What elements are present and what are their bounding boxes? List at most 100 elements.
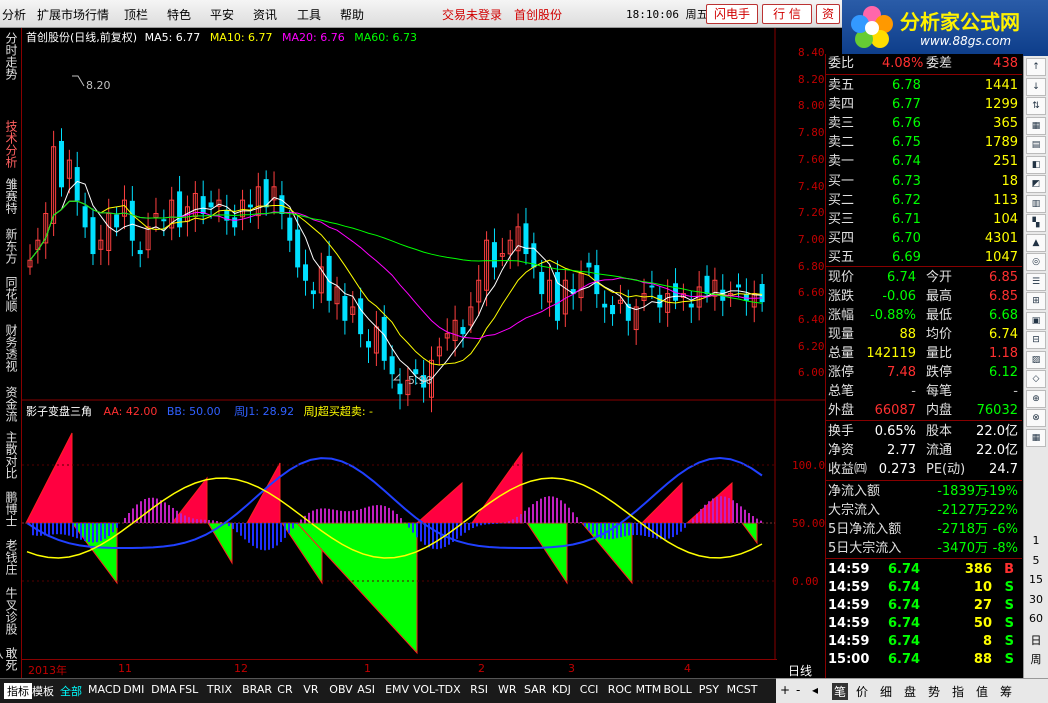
toolbar-icon[interactable]: ☰ <box>1026 272 1046 291</box>
tab-gansidui[interactable]: 敢死队 <box>0 647 18 678</box>
period-shortcut[interactable]: 15 <box>1025 573 1047 586</box>
indicator-tab[interactable]: ASI <box>357 683 375 696</box>
stock-name-link[interactable]: 首创股份 <box>514 6 562 23</box>
toolbar-icon[interactable]: ▚ <box>1026 214 1046 232</box>
indicator-tab[interactable]: 模板 <box>32 683 54 699</box>
indicator-tab[interactable]: BRAR <box>242 683 272 696</box>
tab-intraday[interactable]: 分时走势 <box>4 32 18 80</box>
menu-feature[interactable]: 特色 <box>167 6 191 23</box>
indicator-tab[interactable]: FSL <box>179 683 198 696</box>
detail-tab[interactable]: 值 <box>976 683 988 700</box>
buy-level-row[interactable]: 买三 6.71 104 <box>828 210 1022 229</box>
toolbar-icon[interactable]: ◇ <box>1026 370 1046 388</box>
indicator-tab[interactable]: CCI <box>580 683 599 696</box>
toolbar-icon[interactable]: ◩ <box>1026 175 1046 193</box>
tab-capital-flow[interactable]: 资金流 <box>4 386 18 422</box>
toolbar-icon[interactable]: ▨ <box>1026 350 1046 369</box>
trade-login-status[interactable]: 交易未登录 <box>442 6 502 23</box>
indicator-tab[interactable]: BOLL <box>664 683 692 696</box>
detail-tab[interactable]: 势 <box>928 683 940 700</box>
buy-level-row[interactable]: 买二 6.72 113 <box>828 191 1022 210</box>
indicator-tab[interactable]: OBV <box>329 683 352 696</box>
sell-level-row[interactable]: 卖二 6.75 1789 <box>828 133 1022 152</box>
toolbar-icon[interactable]: ↓ <box>1026 77 1046 96</box>
indicator-tab[interactable]: MTM <box>636 683 662 696</box>
tab-technical[interactable]: 技术分析 <box>4 120 18 168</box>
indicator-tab[interactable]: DMA <box>151 683 177 696</box>
toolbar-icon[interactable]: ◧ <box>1026 155 1046 174</box>
toolbar-icon[interactable]: ⇅ <box>1026 97 1046 115</box>
indicator-tab[interactable]: EMV <box>385 683 409 696</box>
tab-weisaite[interactable]: 雏赛特 <box>4 178 18 214</box>
detail-tab[interactable]: 筹 <box>1000 683 1012 700</box>
indicator-tab[interactable]: CR <box>277 683 292 696</box>
toolbar-icon[interactable]: ▤ <box>1026 136 1046 154</box>
period-shortcut[interactable]: 日 <box>1025 632 1047 648</box>
toolbar-icon[interactable]: ▦ <box>1026 428 1046 447</box>
indicator-tab[interactable]: MACD <box>88 683 121 696</box>
toolbar-icon[interactable]: ⊞ <box>1026 292 1046 310</box>
menu-help[interactable]: 帮助 <box>340 6 364 23</box>
toolbar-icon[interactable]: ⊗ <box>1026 409 1046 427</box>
period-shortcut[interactable]: 5 <box>1025 554 1047 567</box>
sell-level-row[interactable]: 卖四 6.77 1299 <box>828 95 1022 114</box>
toolbar-icon[interactable]: ▥ <box>1026 194 1046 213</box>
period-label[interactable]: 日线 <box>788 662 812 679</box>
scroll-plus[interactable]: + <box>780 683 790 697</box>
indicator-tab[interactable]: SAR <box>524 683 546 696</box>
period-shortcut[interactable]: 1 <box>1025 534 1047 547</box>
tab-tonghuashun[interactable]: 同花顺 <box>4 276 18 312</box>
sell-level-row[interactable]: 卖一 6.74 251 <box>828 152 1022 171</box>
sell-level-row[interactable]: 卖三 6.76 365 <box>828 114 1022 133</box>
flash-trade-button[interactable]: 闪电手 <box>706 4 758 24</box>
kline-chart[interactable] <box>22 28 825 659</box>
toolbar-icon[interactable]: ⊕ <box>1026 389 1046 408</box>
tab-pengboshi[interactable]: 鹏博士 <box>4 491 18 527</box>
buy-level-row[interactable]: 买五 6.69 1047 <box>828 248 1022 267</box>
buy-level-row[interactable]: 买四 6.70 4301 <box>828 229 1022 248</box>
detail-tab[interactable]: 细 <box>880 683 892 700</box>
detail-tab[interactable]: 笔 <box>832 683 849 700</box>
quote-button[interactable]: 行 信 <box>762 4 812 24</box>
period-shortcut[interactable]: 30 <box>1025 593 1047 606</box>
tab-financial[interactable]: 财务透视 <box>4 324 18 372</box>
indicator-tab[interactable]: PSY <box>699 683 719 696</box>
indicator-tab[interactable]: ROC <box>608 683 632 696</box>
toolbar-icon[interactable]: ▦ <box>1026 116 1046 135</box>
tab-laoqianzhuang[interactable]: 老钱庄 <box>4 539 18 575</box>
detail-tab[interactable]: 价 <box>856 683 868 700</box>
indicator-tab[interactable]: RSI <box>470 683 488 696</box>
indicator-tab[interactable]: VOL-TDX <box>413 683 461 696</box>
toolbar-icon[interactable]: ▲ <box>1026 233 1046 252</box>
menu-pingan[interactable]: 平安 <box>210 6 234 23</box>
menu-tools[interactable]: 工具 <box>297 6 321 23</box>
tab-niucha[interactable]: 牛叉诊股 <box>4 587 18 635</box>
toolbar-icon[interactable]: ↑ <box>1026 58 1046 76</box>
detail-tab[interactable]: 指 <box>952 683 964 700</box>
indicator-tab[interactable]: 指标 <box>4 683 32 699</box>
detail-tab[interactable]: 盘 <box>904 683 916 700</box>
indicator-tab[interactable]: DMI <box>123 683 144 696</box>
indicator-tab[interactable]: TRIX <box>207 683 232 696</box>
indicator-tab[interactable]: 全部 <box>60 683 82 699</box>
sell-level-row[interactable]: 卖五 6.78 1441 <box>828 76 1022 95</box>
info-button[interactable]: 资 <box>816 4 840 24</box>
toolbar-icon[interactable]: ◎ <box>1026 253 1046 271</box>
buy-level-row[interactable]: 买一 6.73 18 <box>828 172 1022 191</box>
tab-xindongfang[interactable]: 新东方 <box>4 228 18 264</box>
toolbar-icon[interactable]: ⊟ <box>1026 331 1046 349</box>
scroll-minus[interactable]: - <box>796 683 800 697</box>
indicator-tab[interactable]: MCST <box>727 683 758 696</box>
indicator-tab[interactable]: KDJ <box>552 683 571 696</box>
menu-news[interactable]: 资讯 <box>253 6 277 23</box>
toolbar-icon[interactable]: ▣ <box>1026 311 1046 330</box>
menu-analysis[interactable]: 分析 <box>2 6 26 23</box>
tab-main-retail[interactable]: 主散对比 <box>4 431 18 479</box>
indicator-tab[interactable]: VR <box>303 683 318 696</box>
indicator-tab[interactable]: WR <box>498 683 517 696</box>
menu-top-bar[interactable]: 顶栏 <box>124 6 148 23</box>
period-shortcut[interactable]: 周 <box>1025 651 1047 667</box>
period-shortcut[interactable]: 60 <box>1025 612 1047 625</box>
scroll-left[interactable]: ◂ <box>812 683 818 697</box>
menu-extended-market[interactable]: 扩展市场行情 <box>37 6 109 23</box>
